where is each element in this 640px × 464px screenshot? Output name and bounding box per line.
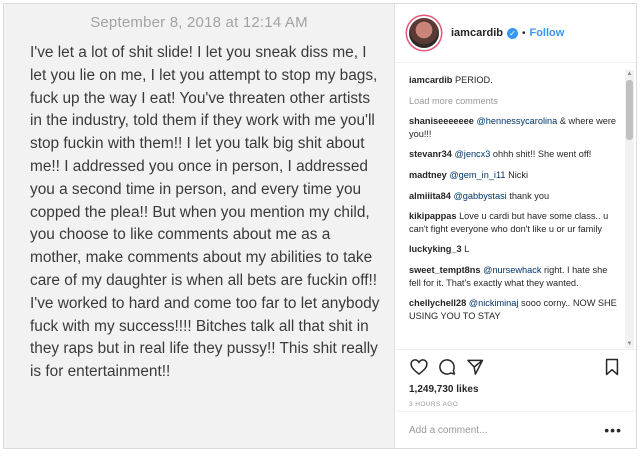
follow-button[interactable]: Follow: [529, 27, 564, 39]
more-options-icon[interactable]: •••: [604, 422, 622, 438]
comment-username[interactable]: madtney: [409, 170, 447, 180]
comment-mention[interactable]: @jencx3: [454, 149, 490, 159]
comment-text: Nicki: [508, 169, 528, 180]
comment-username[interactable]: luckyking_3: [409, 244, 462, 254]
avatar[interactable]: [409, 18, 439, 48]
comment-item: sweet_tempt8ns @nursewhack right. I hate…: [409, 264, 621, 289]
add-comment-bar: Add a comment... •••: [395, 411, 636, 448]
comment-username[interactable]: stevanr34: [409, 149, 452, 159]
comment-text: L: [464, 244, 470, 255]
post-frame: September 8, 2018 at 12:14 AM I've let a…: [3, 3, 637, 449]
post-actions: 1,249,730 likes 3 HOURS AGO: [395, 349, 636, 408]
bookmark-icon[interactable]: [602, 357, 622, 377]
action-icons: [409, 356, 622, 378]
post-header: iamcardib ✓ • Follow: [395, 4, 636, 63]
post-panel: iamcardib ✓ • Follow iamcardib PERIOD. L…: [395, 4, 636, 448]
comment-item: kikipappas Love u cardi but have some cl…: [409, 210, 621, 235]
comment-icon[interactable]: [437, 357, 457, 377]
separator-dot: •: [521, 27, 526, 39]
comment-mention[interactable]: @nickiminaj: [469, 298, 519, 308]
load-more-comments-link[interactable]: Load more comments: [409, 95, 621, 108]
heart-icon[interactable]: [409, 357, 429, 377]
comment-text: thank you: [509, 190, 550, 201]
caption-text: PERIOD.: [454, 75, 493, 85]
scroll-up-icon[interactable]: ▲: [625, 70, 634, 78]
scroll-down-icon[interactable]: ▼: [625, 340, 634, 348]
comment-item: luckyking_3 L: [409, 243, 621, 256]
caption-username[interactable]: iamcardib: [409, 75, 452, 85]
comment-mention[interactable]: @gabbystasi: [453, 191, 506, 201]
verified-badge-icon: ✓: [506, 27, 518, 39]
comment-username[interactable]: shaniseeeeeee: [409, 116, 474, 126]
comment-mention[interactable]: @hennessycarolina: [476, 116, 557, 126]
share-icon[interactable]: [465, 357, 485, 377]
scrollbar-thumb[interactable]: [626, 80, 633, 140]
likes-count[interactable]: 1,249,730 likes: [409, 384, 622, 395]
comments-list: iamcardib PERIOD. Load more comments sha…: [409, 74, 621, 330]
note-text: I've let a lot of shit slide! I let you …: [30, 44, 380, 381]
post-timestamp: 3 HOURS AGO: [409, 401, 459, 408]
comment-item: almiiita84 @gabbystasi thank you: [409, 190, 621, 203]
comments-scrollbar[interactable]: ▲ ▼: [625, 70, 634, 348]
comment-username[interactable]: chellychell28: [409, 298, 466, 308]
comment-username[interactable]: almiiita84: [409, 191, 451, 201]
comment-item: stevanr34 @jencx3 ohhh shit!! She went o…: [409, 148, 621, 161]
comment-item: madtney @gem_in_i11 Nicki: [409, 169, 621, 182]
username-link[interactable]: iamcardib: [451, 27, 503, 39]
comment-item: shaniseeeeeee @hennessycarolina & where …: [409, 115, 621, 140]
comment-text: ohhh shit!! She went off!: [492, 149, 592, 160]
caption: iamcardib PERIOD.: [409, 74, 621, 87]
comment-mention[interactable]: @gem_in_i11: [449, 170, 505, 180]
comment-username[interactable]: sweet_tempt8ns: [409, 265, 481, 275]
comment-item: chellychell28 @nickiminaj sooo corny.. N…: [409, 297, 621, 322]
comment-username[interactable]: kikipappas: [409, 211, 457, 221]
note-screenshot: September 8, 2018 at 12:14 AM I've let a…: [4, 4, 395, 448]
add-comment-input[interactable]: Add a comment...: [409, 425, 487, 436]
note-date: September 8, 2018 at 12:14 AM: [90, 14, 308, 31]
comment-mention[interactable]: @nursewhack: [483, 265, 541, 275]
